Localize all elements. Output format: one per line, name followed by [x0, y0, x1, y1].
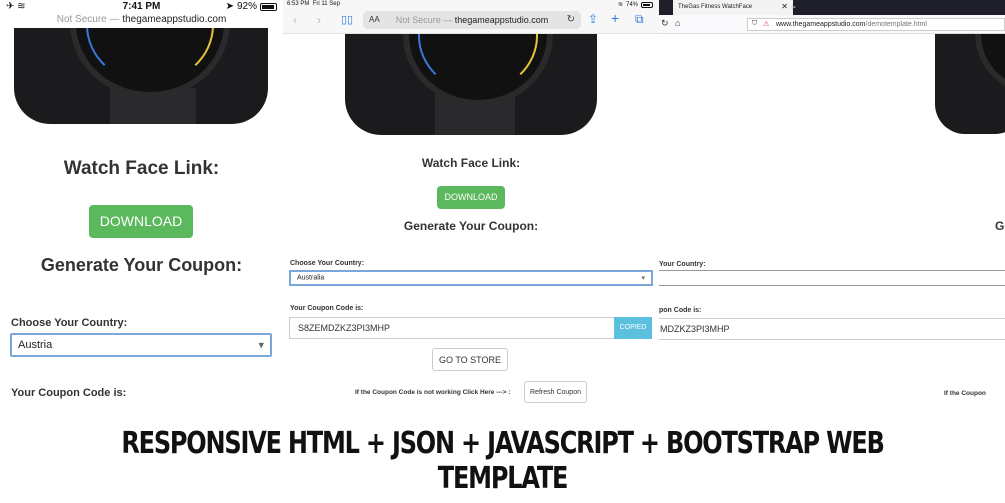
coupon-heading: Generate Your Coupon: [403, 219, 539, 233]
browser-tab[interactable]: TheGas Fitness WatchFace ✕ [673, 0, 793, 15]
country-select-value: Austria [18, 339, 53, 351]
share-icon[interactable]: ⇪ [588, 12, 598, 26]
bookmarks-icon[interactable]: ▯▯ [341, 13, 353, 26]
phone-status-right: ➤ 92% [226, 1, 277, 12]
tablet-date: Fri 11 Sep [312, 1, 340, 7]
close-icon[interactable]: ✕ [781, 2, 788, 11]
tablet-battery-text: 74% [625, 1, 638, 8]
not-secure-label: Not Secure — [56, 14, 123, 25]
phone-screenshot: ✈ ≋ 7:41 PM ➤ 92% Not Secure — thegameap… [0, 0, 283, 410]
browser-toolbar: ↻ ⌂ ⛉ ⚠ www.thegameappstudio.com/demotem… [659, 15, 1005, 34]
coupon-code-label: Your Coupon Code is: [11, 387, 127, 399]
new-tab-icon[interactable]: + [789, 0, 796, 14]
tablet-url: Not Secure — thegameappstudio.com [363, 15, 581, 25]
refresh-prompt: If the Coupon Code is not working Click … [355, 389, 511, 396]
desktop-url: www.thegameappstudio.com/demotemplate.ht… [776, 21, 927, 28]
coupon-heading: Go [995, 219, 1005, 233]
coupon-heading: Generate Your Coupon: [40, 255, 243, 275]
tablet-address-bar[interactable]: AA Not Secure — thegameappstudio.com ↻ [363, 11, 581, 29]
country-select[interactable]: Australia ▾ [289, 270, 653, 286]
refresh-coupon-button[interactable]: Refresh Coupon [524, 381, 587, 403]
coupon-code-field[interactable]: MDZKZ3PI3MHP [659, 318, 1005, 340]
coupon-code-value: S8ZEMDZKZ3PI3MHP [298, 323, 391, 333]
tablet-clock: 6:53 PM [287, 1, 310, 7]
tablet-browser-bar: 6:53 PM Fri 11 Sep ≋ 74% ‹ › ▯▯ AA Not S… [283, 0, 659, 34]
tablet-screenshot: 6:53 PM Fri 11 Sep ≋ 74% ‹ › ▯▯ AA Not S… [283, 0, 659, 410]
watch-face-heading: Watch Face Link: [63, 158, 220, 179]
phone-battery-text: 92% [236, 1, 257, 12]
watch-image [935, 34, 1005, 134]
country-select-value: Australia [297, 274, 325, 282]
refresh-prompt: If the Coupon [944, 390, 986, 397]
phone-url-domain: thegameappstudio.com [122, 14, 227, 25]
coupon-code-label: pon Code is: [659, 307, 702, 314]
reload-icon[interactable]: ↻ [567, 14, 575, 25]
country-label: Choose Your Country: [11, 317, 128, 329]
tablet-status-right: ≋ 74% [618, 1, 653, 8]
desktop-url-path: /demotemplate.html [865, 21, 927, 28]
desktop-address-bar[interactable]: ⛉ ⚠ www.thegameappstudio.com/demotemplat… [747, 18, 1005, 31]
wifi-icon: ≋ [617, 2, 623, 8]
tabs-overview-icon[interactable]: ⧉ [635, 12, 644, 27]
battery-icon [641, 1, 653, 8]
watch-image [345, 34, 597, 135]
watch-face-heading: Watch Face Link: [421, 156, 521, 170]
template-banner: RESPONSIVE HTML + JSON + JAVASCRIPT + BO… [121, 426, 885, 496]
country-label: Choose Your Country: [290, 260, 365, 267]
tablet-battery-fill [643, 3, 650, 6]
tablet-status-time: 6:53 PM Fri 11 Sep [287, 1, 340, 7]
watch-image [14, 28, 268, 124]
country-select[interactable]: Austria ▾ [10, 333, 272, 357]
tablet-url-domain: thegameappstudio.com [454, 15, 549, 25]
go-to-store-button[interactable]: GO TO STORE [432, 348, 508, 371]
coupon-code-value: MDZKZ3PI3MHP [660, 324, 730, 334]
shield-icon: ⛉ [752, 20, 758, 27]
chevron-down-icon: ▾ [258, 339, 264, 352]
insecure-lock-icon: ⚠ [763, 21, 770, 28]
browser-tab-strip: TheGas Fitness WatchFace ✕ + [659, 0, 1005, 15]
desktop-screenshot: TheGas Fitness WatchFace ✕ + ↻ ⌂ ⛉ ⚠ www… [659, 0, 1005, 410]
coupon-code-label: Your Coupon Code is: [290, 305, 364, 312]
battery-icon [260, 2, 277, 11]
desktop-url-domain: www.thegameappstudio.com [776, 21, 866, 28]
watch-dial [975, 34, 1005, 94]
chevron-down-icon: ▾ [641, 275, 645, 282]
download-button[interactable]: DOWNLOAD [89, 205, 193, 238]
reload-icon[interactable]: ↻ [661, 18, 669, 29]
phone-status-bar: ✈ ≋ 7:41 PM ➤ 92% [0, 0, 283, 14]
coupon-code-field[interactable]: S8ZEMDZKZ3PI3MHP [289, 317, 615, 339]
download-button[interactable]: DOWNLOAD [437, 186, 505, 209]
country-select[interactable] [659, 270, 1005, 286]
copied-button[interactable]: COPIED [614, 317, 652, 339]
browser-tab-title: TheGas Fitness WatchFace [678, 4, 753, 10]
home-icon[interactable]: ⌂ [675, 18, 680, 28]
phone-battery-fill [262, 4, 274, 9]
phone-address-bar[interactable]: Not Secure — thegameappstudio.com [0, 14, 283, 28]
forward-icon[interactable]: › [317, 13, 321, 27]
not-secure-label: Not Secure — [395, 15, 455, 25]
new-tab-icon[interactable]: + [611, 10, 619, 26]
country-label: Your Country: [659, 261, 706, 268]
location-icon: ➤ [225, 1, 234, 12]
back-icon[interactable]: ‹ [293, 13, 297, 27]
